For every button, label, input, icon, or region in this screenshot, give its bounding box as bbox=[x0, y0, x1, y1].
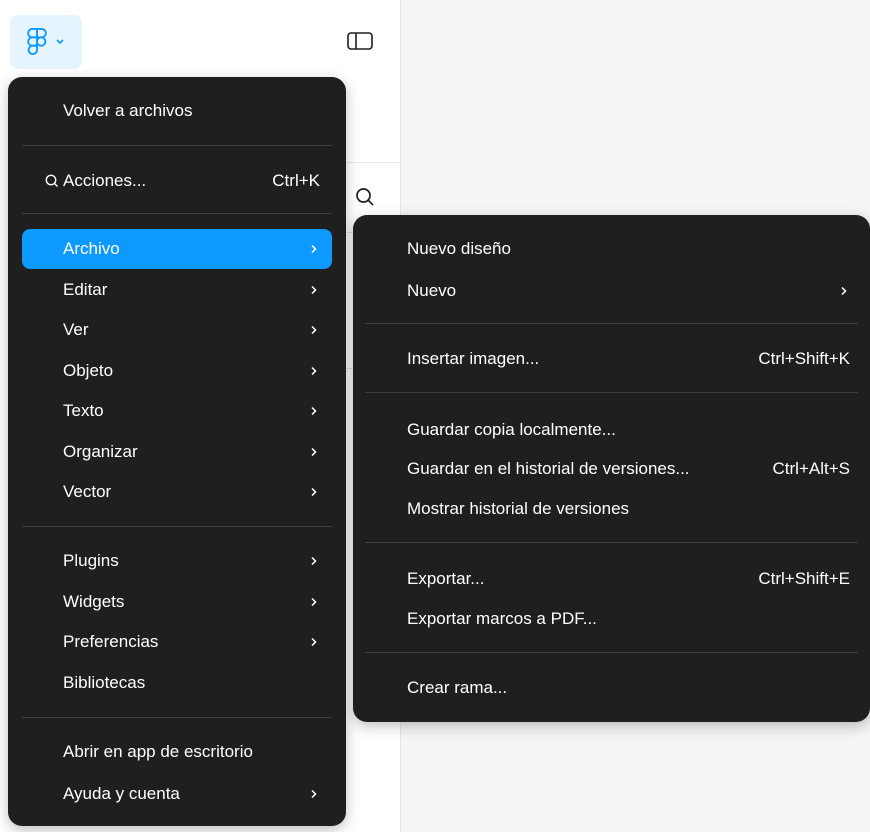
chevron-right-icon bbox=[311, 487, 317, 497]
menu-divider bbox=[22, 145, 332, 146]
shortcut-label: Ctrl+Shift+K bbox=[758, 349, 850, 368]
menu-divider bbox=[365, 542, 858, 543]
submenu-item-show-history[interactable]: Mostrar historial de versiones bbox=[365, 489, 858, 529]
menu-item-label: Nuevo diseño bbox=[407, 239, 511, 258]
back-to-files-item[interactable]: Volver a archivos bbox=[22, 91, 332, 131]
menu-item-label: Archivo bbox=[63, 239, 120, 258]
menu-item-label: Texto bbox=[63, 401, 104, 420]
menu-item-label: Ayuda y cuenta bbox=[63, 784, 180, 803]
menu-item-label: Insertar imagen... bbox=[407, 349, 540, 368]
menu-item-label: Guardar copia localmente... bbox=[407, 420, 616, 439]
menu-item-widgets[interactable]: Widgets bbox=[22, 582, 332, 622]
shortcut-label: Ctrl+Shift+E bbox=[758, 569, 850, 588]
chevron-right-icon bbox=[311, 366, 317, 376]
menu-item-label: Crear rama... bbox=[407, 678, 508, 697]
shortcut-label: Ctrl+K bbox=[272, 171, 320, 190]
menu-item-texto[interactable]: Texto bbox=[22, 391, 332, 431]
submenu-item-new-design[interactable]: Nuevo diseño bbox=[365, 229, 858, 269]
menu-item-organizar[interactable]: Organizar bbox=[22, 432, 332, 472]
chevron-right-icon bbox=[311, 597, 317, 607]
shortcut-label: Ctrl+Alt+S bbox=[772, 459, 850, 478]
menu-item-label: Editar bbox=[63, 280, 108, 299]
menu-divider bbox=[22, 526, 332, 527]
search-icon bbox=[45, 174, 58, 187]
menu-divider bbox=[365, 652, 858, 653]
chevron-right-icon bbox=[841, 286, 847, 296]
menu-divider bbox=[365, 392, 858, 393]
menu-item-ver[interactable]: Ver bbox=[22, 310, 332, 350]
menu-item-label: Volver a archivos bbox=[63, 101, 193, 120]
main-menu: Volver a archivos Acciones... Ctrl+K Arc… bbox=[8, 77, 346, 826]
menu-item-bibliotecas[interactable]: Bibliotecas bbox=[22, 663, 332, 703]
submenu-item-export-pdf[interactable]: Exportar marcos a PDF... bbox=[365, 599, 858, 639]
menu-item-preferencias[interactable]: Preferencias bbox=[22, 622, 332, 662]
chevron-right-icon bbox=[311, 325, 317, 335]
menu-divider bbox=[365, 323, 858, 324]
submenu-item-save-history[interactable]: Guardar en el historial de versiones... … bbox=[365, 449, 858, 489]
menu-item-label: Organizar bbox=[63, 442, 138, 461]
menu-item-label: Bibliotecas bbox=[63, 673, 146, 692]
chevron-right-icon bbox=[311, 637, 317, 647]
chevron-right-icon bbox=[311, 244, 317, 254]
actions-item[interactable]: Acciones... Ctrl+K bbox=[22, 161, 332, 201]
chevron-right-icon bbox=[311, 406, 317, 416]
menu-item-plugins[interactable]: Plugins bbox=[22, 541, 332, 581]
menu-item-label: Objeto bbox=[63, 361, 114, 380]
chevron-right-icon bbox=[311, 447, 317, 457]
menu-item-editar[interactable]: Editar bbox=[22, 270, 332, 310]
search-icon[interactable] bbox=[354, 186, 376, 208]
menu-item-label: Nuevo bbox=[407, 281, 457, 300]
menu-item-label: Vector bbox=[63, 482, 112, 501]
submenu-item-save-local[interactable]: Guardar copia localmente... bbox=[365, 410, 858, 450]
menu-item-label: Abrir en app de escritorio bbox=[63, 742, 253, 761]
menu-item-open-desktop[interactable]: Abrir en app de escritorio bbox=[22, 732, 332, 772]
figma-logo-icon bbox=[27, 28, 47, 56]
menu-item-vector[interactable]: Vector bbox=[22, 472, 332, 512]
panel-divider bbox=[346, 162, 400, 163]
menu-item-label: Ver bbox=[63, 320, 89, 339]
chevron-right-icon bbox=[311, 789, 317, 799]
menu-item-help-account[interactable]: Ayuda y cuenta bbox=[22, 774, 332, 814]
menu-item-label: Widgets bbox=[63, 592, 125, 611]
menu-item-label: Exportar marcos a PDF... bbox=[407, 609, 597, 628]
menu-item-label: Guardar en el historial de versiones... bbox=[407, 459, 690, 478]
submenu-item-create-branch[interactable]: Crear rama... bbox=[365, 668, 858, 708]
main-menu-button[interactable] bbox=[10, 15, 82, 69]
menu-divider bbox=[22, 717, 332, 718]
menu-item-archivo[interactable]: Archivo bbox=[22, 229, 332, 269]
submenu-item-export[interactable]: Exportar... Ctrl+Shift+E bbox=[365, 559, 858, 599]
menu-item-label: Exportar... bbox=[407, 569, 485, 588]
menu-divider bbox=[22, 213, 332, 214]
chevron-right-icon bbox=[311, 285, 317, 295]
menu-item-label: Acciones... bbox=[63, 171, 147, 190]
submenu-item-new[interactable]: Nuevo bbox=[365, 271, 858, 311]
menu-item-objeto[interactable]: Objeto bbox=[22, 351, 332, 391]
sidebar-toggle-icon[interactable] bbox=[346, 30, 374, 52]
menu-item-label: Preferencias bbox=[63, 632, 159, 651]
submenu-item-insert-image[interactable]: Insertar imagen... Ctrl+Shift+K bbox=[365, 339, 858, 379]
menu-item-label: Mostrar historial de versiones bbox=[407, 499, 630, 518]
file-submenu: Nuevo diseño Nuevo Insertar imagen... Ct… bbox=[353, 215, 870, 722]
chevron-right-icon bbox=[311, 556, 317, 566]
menu-item-label: Plugins bbox=[63, 551, 119, 570]
chevron-down-icon bbox=[56, 39, 64, 45]
